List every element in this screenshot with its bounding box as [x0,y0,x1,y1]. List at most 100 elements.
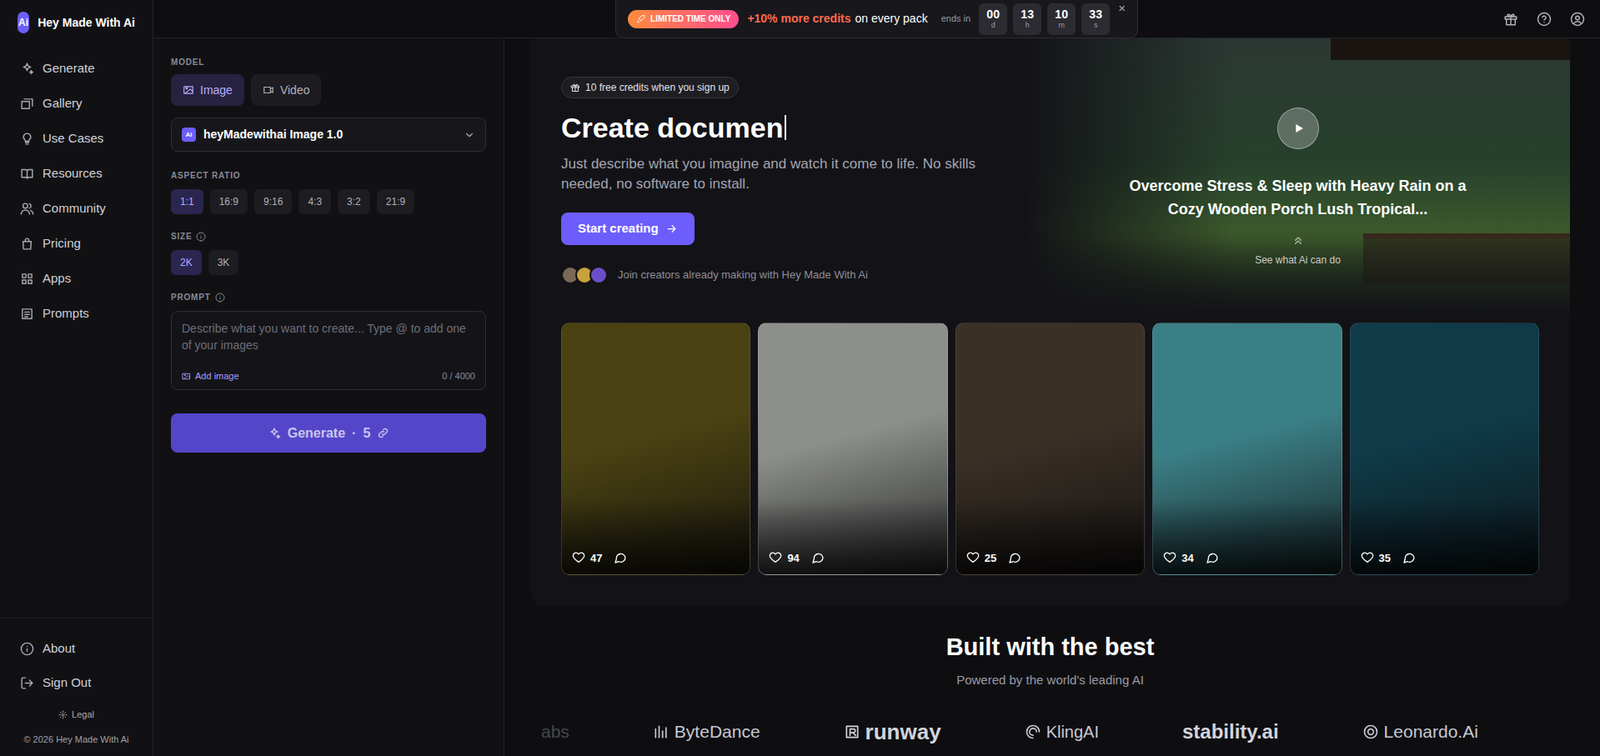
nav-item[interactable]: Use Cases [10,123,143,154]
bytedance-logo-icon [652,723,670,741]
add-image-button[interactable]: Add image [181,369,240,384]
chevrons-up-icon [1291,232,1305,250]
grid-icon [20,271,35,286]
images-icon [20,96,35,111]
card-stats: 25 [966,550,1022,567]
prompt-footer: Add image0 / 4000 [171,367,486,390]
close-button[interactable]: × [1118,1,1126,16]
sidebar: Ai Hey Made With Ai Generate Gallery Use Cas… [0,0,154,756]
cta-label: Start creating [577,219,659,239]
nav-item[interactable]: Prompts [10,298,143,329]
gallery-card[interactable]: 94 [757,322,948,576]
aspect-option[interactable]: 4:3 [298,189,332,215]
size-option[interactable]: 3K [208,250,240,276]
aspect-option[interactable]: 21:9 [376,189,415,215]
like-count: 94 [787,550,799,567]
size-label-row: SIZE [170,230,487,243]
partner-logo: runway [843,719,942,745]
aspect-option[interactable]: 1:1 [170,189,204,215]
gallery-card[interactable]: 47 [561,322,751,576]
card-shade [758,499,947,575]
model-tab[interactable]: Video [250,74,322,106]
model-label: MODEL [170,56,487,69]
countdown-box: 33s [1081,3,1110,36]
play-button[interactable] [1277,107,1320,150]
nav-item[interactable]: Gallery [10,88,143,119]
nav-item[interactable]: Pricing [10,228,143,259]
countdown-value: 13 [1020,7,1034,21]
aspect-label: ASPECT RATIO [170,170,487,182]
heart-icon [966,551,980,565]
heart-icon [1163,551,1177,565]
gallery: 47 94 25 34 35 [530,322,1570,576]
video-hint: See what Ai can do [1254,252,1341,268]
partner-name: KlingAI [1046,719,1099,745]
partner-logo: abs [541,719,570,745]
like-count: 25 [984,550,997,567]
legal-link[interactable]: Legal [10,707,143,723]
nav-item[interactable]: Resources [10,158,143,189]
like-count: 47 [590,550,602,567]
workspace: LIMITED TIME ONLY+10% more creditson eve… [153,0,1600,756]
copyright: © 2026 Hey Made With Ai [10,732,143,748]
model-tab[interactable]: Image [170,74,245,106]
size-option[interactable]: 2K [170,250,202,276]
info-icon [195,231,206,242]
comment-icon [1402,551,1416,565]
aspect-label-row: ASPECT RATIO [170,170,487,182]
heart-icon [1360,551,1375,565]
prompt-input[interactable] [171,311,486,368]
aspect-option[interactable]: 3:2 [337,189,371,215]
gift-icon [570,82,581,93]
gallery-card[interactable]: 25 [955,322,1145,576]
model-value: heyMadewithai Image 1.0 [203,125,457,144]
aspect-option[interactable]: 9:16 [254,189,292,215]
hero-video[interactable]: Overcome Stress & Sleep with Heavy Rain … [1025,38,1570,317]
model-logo: Ai [181,127,196,142]
account-button[interactable] [1569,11,1585,27]
nav-list: Generate Gallery Use Cases Resources Communi… [0,53,153,329]
footer-label: Sign Out [42,673,91,693]
brand-logo[interactable]: Ai [17,11,30,34]
partners: Built with the bestPowered by the world'… [530,606,1570,745]
chevron-down-icon [463,129,476,141]
info-icon [20,642,35,657]
footer-nav: About Sign Out [10,633,143,698]
start-creating-button[interactable]: Start creating [561,212,695,246]
help-button[interactable] [1536,11,1552,27]
aspect-option[interactable]: 16:9 [210,189,248,215]
add-image-label: Add image [195,369,240,384]
bag-icon [20,236,35,251]
brand[interactable]: Ai Hey Made With Ai [0,0,153,46]
brand-name: Hey Made With Ai [37,14,136,32]
gallery-card[interactable]: 35 [1349,322,1540,576]
gift-icon [1503,11,1519,27]
lightbulb-icon [20,131,35,146]
hero-heading: Create documen [561,110,787,145]
card-stats: 34 [1163,550,1219,567]
countdown-value: 00 [986,7,1000,21]
nav-label: Community [42,199,106,219]
model-select[interactable]: Ai heyMadewithai Image 1.0 [170,117,487,152]
footer-item[interactable]: About [10,633,143,664]
credits-pill-label: 10 free credits when you sign up [585,80,730,96]
promo-highlight: +10% more credits [747,10,851,28]
video-icon [262,84,275,96]
nav-item[interactable]: Apps [10,263,143,294]
partner-name: ByteDance [674,719,761,745]
gift-button[interactable] [1503,11,1519,27]
gear-icon [58,710,68,720]
generate-button[interactable]: Generate·5 [170,413,487,453]
nav-item[interactable]: Community [10,193,143,224]
footer-item[interactable]: Sign Out [10,667,143,698]
like-count: 35 [1379,550,1391,567]
nav-label: Use Cases [42,129,104,149]
nav-label: Apps [42,269,71,289]
footer-label: About [42,639,76,659]
partner-logo: ByteDance [652,719,761,745]
countdown: 00d13h10m33s [978,3,1110,36]
gallery-card[interactable]: 34 [1152,322,1342,576]
card-stats: 47 [571,550,627,567]
nav-item[interactable]: Generate [10,53,143,84]
arrow-right-icon [665,222,678,236]
